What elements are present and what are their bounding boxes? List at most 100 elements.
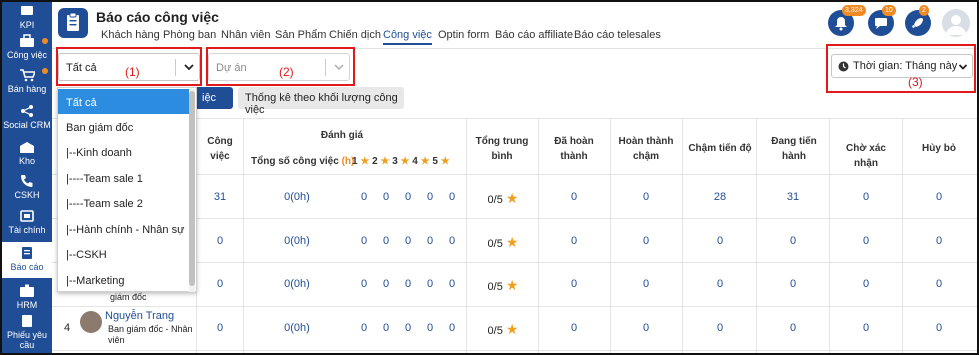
cell-cho-xac-nhan[interactable]: 0 xyxy=(833,235,899,247)
cell-da-hoan-thanh[interactable]: 0 xyxy=(542,278,606,290)
user-avatar[interactable] xyxy=(942,9,970,37)
cell-cho-xac-nhan[interactable]: 0 xyxy=(833,191,899,203)
cell-star-2[interactable]: 0 xyxy=(379,278,393,290)
warehouse-icon xyxy=(20,142,34,153)
star-icon: ★ xyxy=(505,234,519,250)
tab-chien-dich[interactable]: Chiến dịch xyxy=(329,29,381,41)
cell-star-4[interactable]: 0 xyxy=(423,191,437,203)
cell-hoan-thanh-cham[interactable]: 0 xyxy=(614,235,678,247)
header-cong-viec: Công việc xyxy=(207,136,233,162)
dropdown-option[interactable]: |----Team sale 1 xyxy=(58,165,190,190)
cell-star-3[interactable]: 0 xyxy=(401,191,415,203)
cell-star-5[interactable]: 0 xyxy=(445,278,459,290)
cell-star-3[interactable]: 0 xyxy=(401,322,415,334)
column-divider xyxy=(902,118,903,353)
cell-cham-tien-do[interactable]: 0 xyxy=(686,235,754,247)
cell-da-hoan-thanh[interactable]: 0 xyxy=(542,322,606,334)
cell-cong-viec[interactable]: 0 xyxy=(200,278,240,290)
dropdown-option[interactable]: Tất cả xyxy=(58,89,190,114)
cell-tong-so[interactable]: 0(0h) xyxy=(267,191,327,203)
tab-phong-ban[interactable]: Phòng ban xyxy=(163,29,216,41)
cell-huy-bo[interactable]: 0 xyxy=(906,191,972,203)
dropdown-option[interactable]: |----Team sale 2 xyxy=(58,190,190,215)
dropdown-option[interactable]: Ban giám đốc xyxy=(58,114,190,139)
dropdown-option[interactable]: |--Marketing xyxy=(58,267,190,292)
cell-da-hoan-thanh[interactable]: 0 xyxy=(542,235,606,247)
sidebar-item-phieu-yeu-cau[interactable]: Phiếu yêu cầu xyxy=(2,314,52,350)
cell-star-5[interactable]: 0 xyxy=(445,235,459,247)
dropdown-option[interactable]: |--CSKH xyxy=(58,241,190,266)
cell-star-5[interactable]: 0 xyxy=(445,191,459,203)
cell-star-4[interactable]: 0 xyxy=(423,278,437,290)
sidebar-item-kho[interactable]: Kho xyxy=(2,140,52,166)
tab-optin-form[interactable]: Optin form xyxy=(438,29,489,41)
sidebar-item-hrm[interactable]: HRM xyxy=(2,284,52,310)
sidebar-item-cskh[interactable]: CSKH xyxy=(2,174,52,200)
cell-star-2[interactable]: 0 xyxy=(379,322,393,334)
sidebar-item-ban-hang[interactable]: Bán hàng xyxy=(2,68,52,94)
dropdown-option[interactable]: |--Kinh doanh xyxy=(58,139,190,164)
stats-by-workload-button[interactable]: Thống kê theo khối lượng công việc xyxy=(238,87,404,116)
table-border xyxy=(52,350,977,351)
cell-dang-tien-hanh[interactable]: 0 xyxy=(760,235,826,247)
sidebar-item-tai-chinh[interactable]: Tài chính xyxy=(2,209,52,235)
cell-hoan-thanh-cham[interactable]: 0 xyxy=(614,191,678,203)
cell-tong-so[interactable]: 0(0h) xyxy=(267,278,327,290)
quick-launch-button[interactable]: 2 xyxy=(905,5,931,36)
cell-cho-xac-nhan[interactable]: 0 xyxy=(833,322,899,334)
sidebar-item-cong-viec[interactable]: Công việc xyxy=(2,34,52,60)
cell-dang-tien-hanh[interactable]: 0 xyxy=(760,322,826,334)
cell-star-3[interactable]: 0 xyxy=(401,235,415,247)
cell-da-hoan-thanh[interactable]: 0 xyxy=(542,191,606,203)
cell-huy-bo[interactable]: 0 xyxy=(906,278,972,290)
cell-huy-bo[interactable]: 0 xyxy=(906,235,972,247)
stats-by-employee-button[interactable]: iệc xyxy=(195,87,233,109)
dropdown-scrollbar[interactable] xyxy=(189,89,195,292)
messages-button[interactable]: 10 xyxy=(868,5,896,36)
tab-khach-hang[interactable]: Khách hàng xyxy=(101,29,160,41)
cell-star-2[interactable]: 0 xyxy=(379,235,393,247)
cell-star-2[interactable]: 0 xyxy=(379,191,393,203)
scrollbar-thumb[interactable] xyxy=(189,91,195,286)
cell-hoan-thanh-cham[interactable]: 0 xyxy=(614,278,678,290)
sidebar-item-bao-cao[interactable]: Báo cáo xyxy=(2,242,52,278)
tab-bao-cao-telesales[interactable]: Báo cáo telesales xyxy=(574,29,661,41)
cell-star-4[interactable]: 0 xyxy=(423,322,437,334)
cell-star-1[interactable]: 0 xyxy=(357,322,371,334)
star-icon: ★ xyxy=(505,321,519,337)
cell-dang-tien-hanh[interactable]: 31 xyxy=(760,191,826,203)
column-divider xyxy=(829,118,830,353)
cell-cong-viec[interactable]: 31 xyxy=(200,191,240,203)
tab-cong-viec[interactable]: Công việc xyxy=(383,29,432,45)
cell-star-4[interactable]: 0 xyxy=(423,235,437,247)
cell-cho-xac-nhan[interactable]: 0 xyxy=(833,278,899,290)
cell-cong-viec[interactable]: 0 xyxy=(200,322,240,334)
cell-cham-tien-do[interactable]: 0 xyxy=(686,278,754,290)
cell-star-1[interactable]: 0 xyxy=(357,191,371,203)
cell-star-1[interactable]: 0 xyxy=(357,235,371,247)
cell-star-3[interactable]: 0 xyxy=(401,278,415,290)
cell-tong-so[interactable]: 0(0h) xyxy=(267,322,327,334)
tab-bao-cao-affiliate[interactable]: Báo cáo affiliate xyxy=(495,29,573,41)
sidebar-item-social-crm[interactable]: Social CRM xyxy=(2,104,52,130)
employee-name[interactable]: Nguyễn Trang xyxy=(105,310,174,322)
cell-tong-so[interactable]: 0(0h) xyxy=(267,235,327,247)
cell-star-5[interactable]: 0 xyxy=(445,322,459,334)
annotation-label-1: (1) xyxy=(125,65,140,79)
annotation-box-3 xyxy=(826,44,976,93)
sidebar-item-kpi[interactable]: KPI xyxy=(2,4,52,30)
cell-cham-tien-do[interactable]: 0 xyxy=(686,322,754,334)
cell-cham-tien-do[interactable]: 28 xyxy=(686,191,754,203)
cell-huy-bo[interactable]: 0 xyxy=(906,322,972,334)
cell-star-1[interactable]: 0 xyxy=(357,278,371,290)
tab-san-pham[interactable]: Sản Phẩm xyxy=(275,29,326,41)
cell-cong-viec[interactable]: 0 xyxy=(200,235,240,247)
average-value: 0/5 xyxy=(487,238,503,250)
notifications-button[interactable]: 3,324 xyxy=(828,5,866,36)
tab-nhan-vien[interactable]: Nhân viên xyxy=(221,29,271,41)
dropdown-option[interactable]: |--Hành chính - Nhân sự xyxy=(58,216,190,241)
star-rating-label: 3 xyxy=(392,156,398,167)
report-logo-icon xyxy=(58,8,88,38)
cell-hoan-thanh-cham[interactable]: 0 xyxy=(614,322,678,334)
cell-dang-tien-hanh[interactable]: 0 xyxy=(760,278,826,290)
